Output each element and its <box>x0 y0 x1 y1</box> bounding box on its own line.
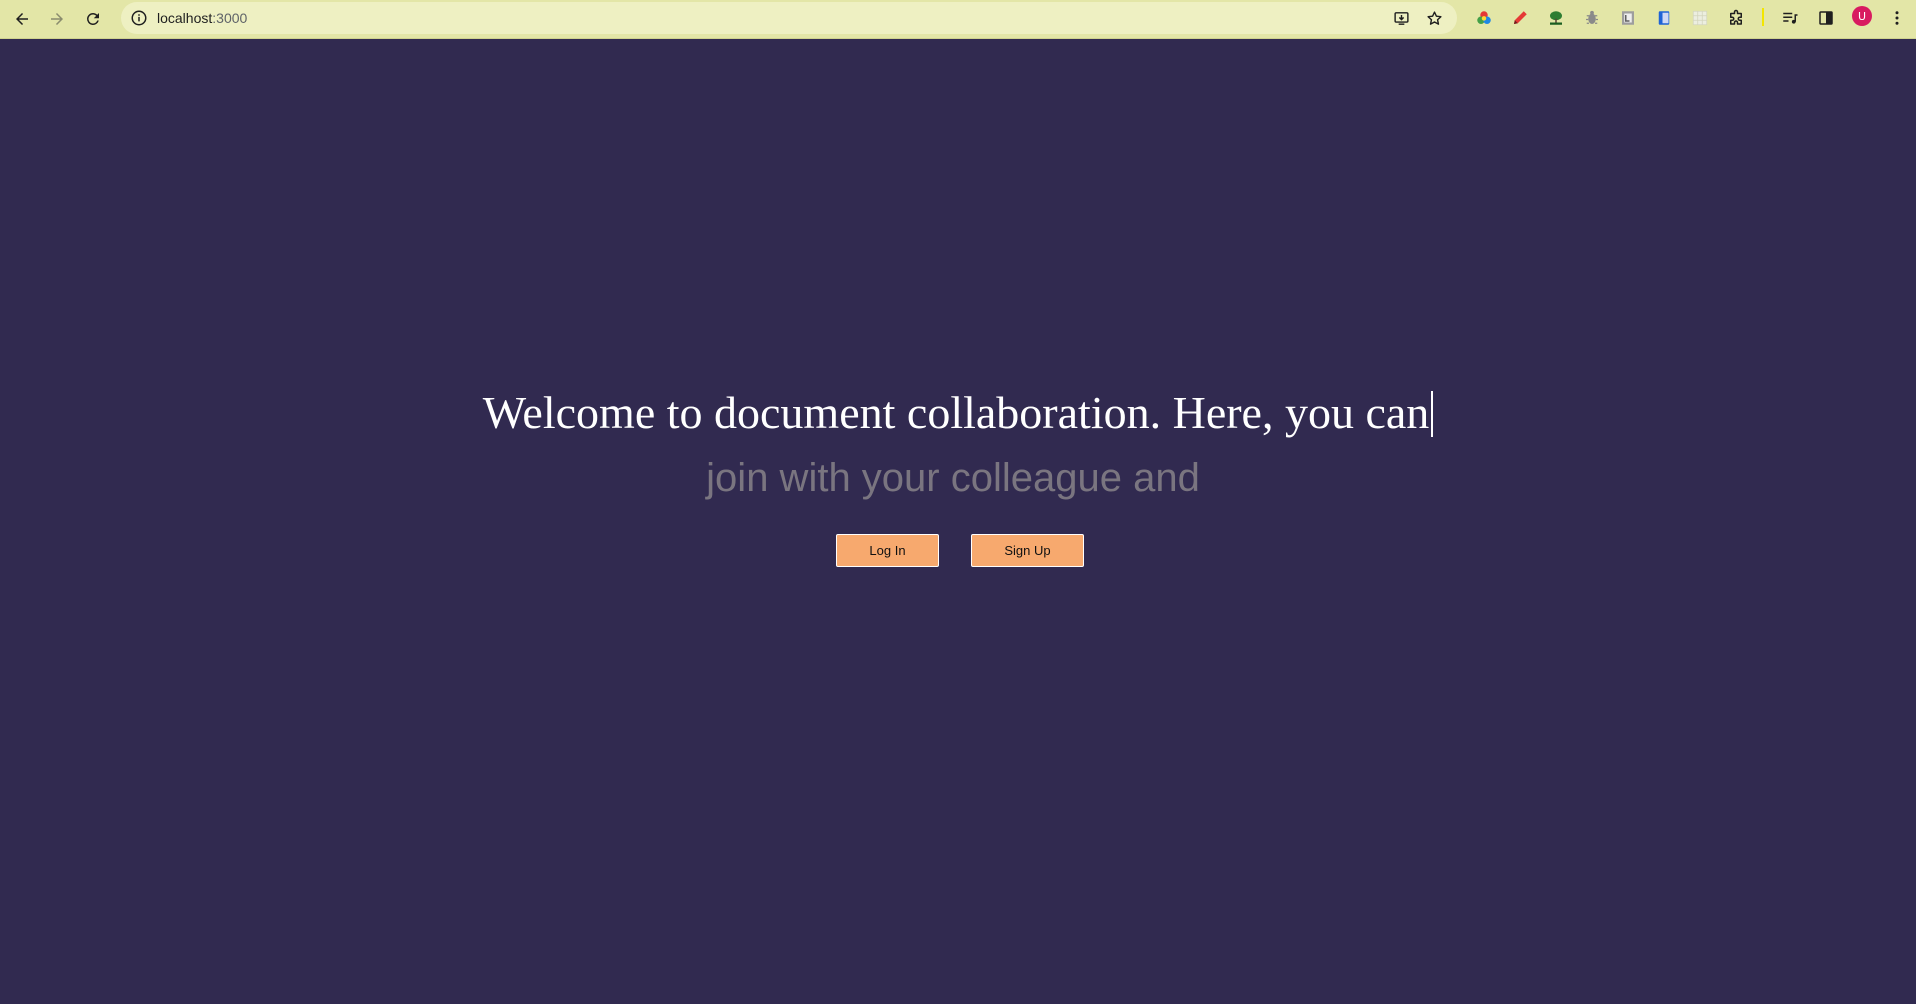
bookmark-button[interactable] <box>1423 7 1445 29</box>
puzzle-icon <box>1730 9 1742 25</box>
arrow-right-icon <box>51 13 63 25</box>
book-icon <box>1622 11 1634 25</box>
more-vertical-icon <box>1895 11 1899 25</box>
headline-text: Welcome to document collaboration. Here,… <box>482 387 1430 438</box>
toolbar-divider <box>1762 8 1764 26</box>
forward-button[interactable] <box>43 5 71 33</box>
install-app-button[interactable] <box>1390 7 1412 29</box>
extension-book[interactable] <box>1617 7 1639 29</box>
info-icon[interactable] <box>130 9 148 27</box>
url-host: localhost <box>157 10 213 26</box>
extension-color-wheel[interactable] <box>1473 7 1495 29</box>
bug-icon <box>1586 10 1598 24</box>
reload-icon <box>87 13 99 25</box>
extension-grid[interactable] <box>1689 7 1711 29</box>
url-text[interactable]: localhost:3000 <box>157 10 247 26</box>
extension-pen[interactable] <box>1509 7 1531 29</box>
reload-button[interactable] <box>79 5 107 33</box>
media-controls-button[interactable] <box>1779 7 1801 29</box>
typing-caret <box>1431 391 1434 437</box>
tree-icon <box>1550 11 1562 25</box>
extensions-menu-button[interactable] <box>1725 7 1747 29</box>
address-bar[interactable]: localhost:3000 <box>121 2 1457 34</box>
document-icon <box>1658 11 1670 25</box>
login-button[interactable]: Log In <box>836 534 939 567</box>
extension-document[interactable] <box>1653 7 1675 29</box>
extension-bug[interactable] <box>1581 7 1603 29</box>
browser-toolbar: localhost:3000 U <box>0 0 1916 39</box>
url-port: :3000 <box>212 10 248 26</box>
signup-button[interactable]: Sign Up <box>971 534 1084 567</box>
page-subline: join with your colleague and <box>706 456 1200 500</box>
star-icon <box>1426 10 1442 25</box>
arrow-left-icon <box>16 13 28 25</box>
profile-avatar[interactable]: U <box>1852 6 1872 26</box>
extension-tree[interactable] <box>1545 7 1567 29</box>
playlist-icon <box>1783 12 1798 24</box>
install-app-icon <box>1393 11 1409 25</box>
browser-menu-button[interactable] <box>1886 7 1908 29</box>
side-panel-button[interactable] <box>1815 7 1837 29</box>
side-panel-icon <box>1819 11 1833 25</box>
grid-icon <box>1692 10 1708 26</box>
pen-icon <box>1514 11 1527 24</box>
color-wheel-icon <box>1477 11 1491 24</box>
back-button[interactable] <box>8 5 36 33</box>
page-headline: Welcome to document collaboration. Here,… <box>0 383 1916 443</box>
